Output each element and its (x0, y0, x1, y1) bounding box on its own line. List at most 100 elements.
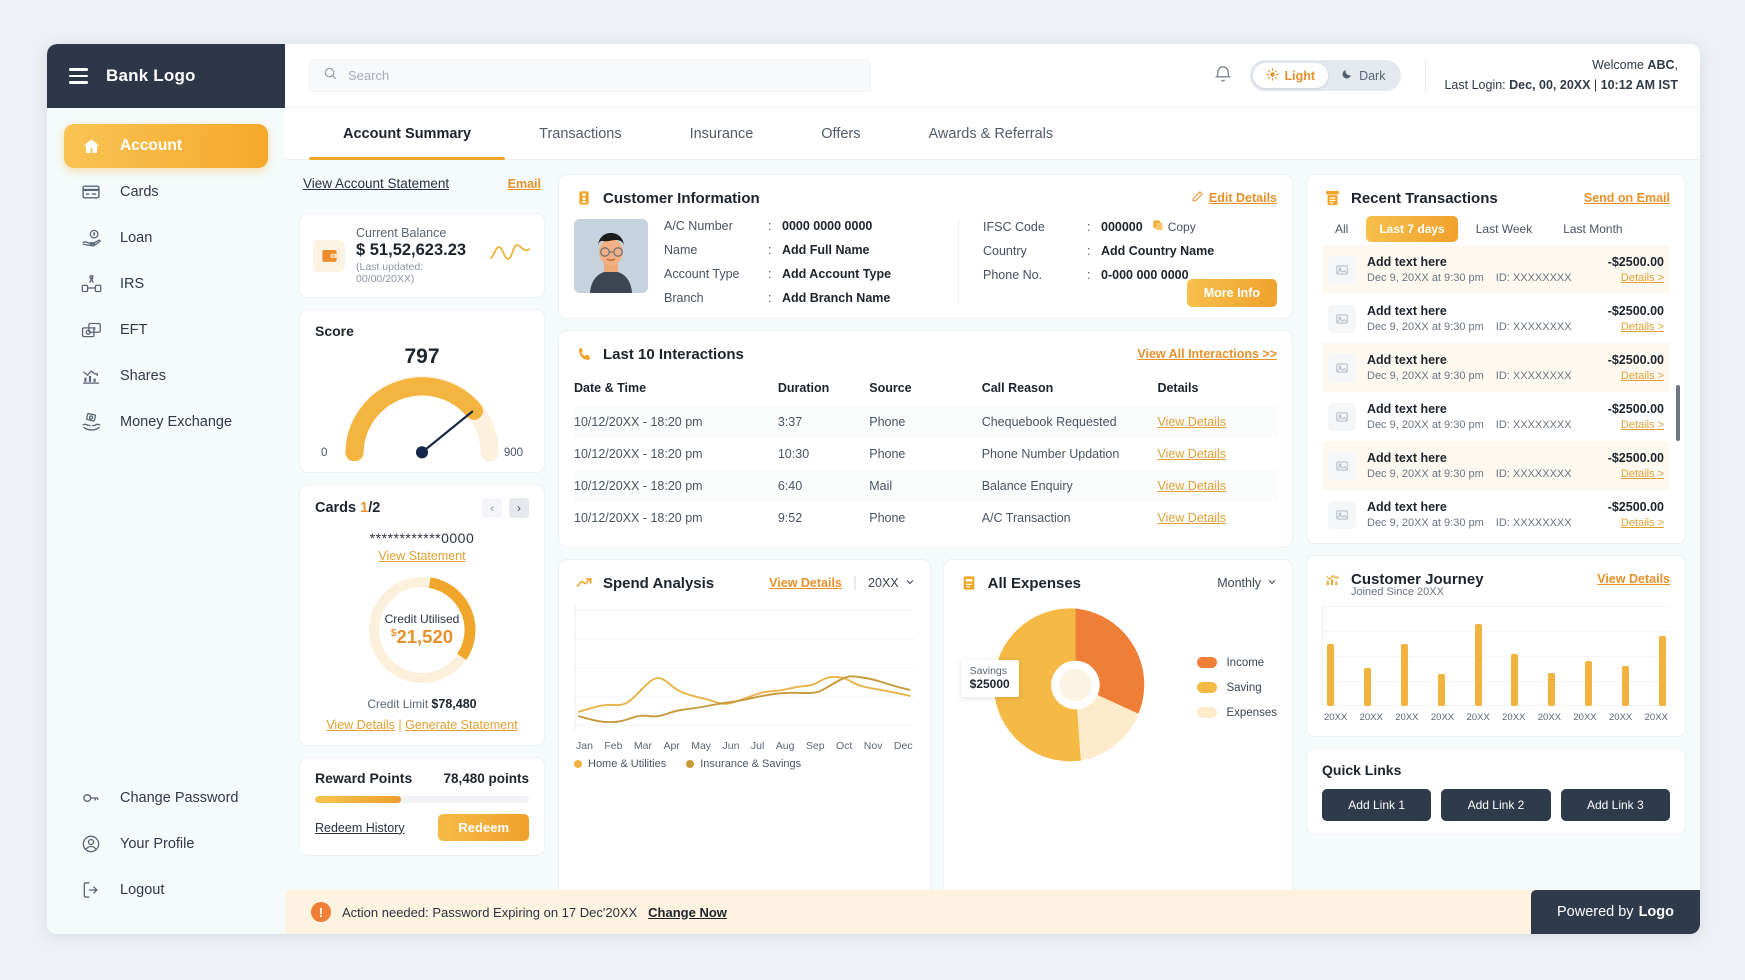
spend-analysis-chart (574, 604, 915, 730)
quick-link-3-button[interactable]: Add Link 3 (1561, 789, 1670, 821)
reward-progress-bar (315, 796, 529, 803)
theme-light-option[interactable]: Light (1253, 63, 1329, 88)
search-input[interactable] (348, 68, 857, 83)
transaction-details-link[interactable]: Details > (1608, 419, 1664, 431)
id-card-icon (574, 188, 594, 208)
balance-sparkline (489, 241, 531, 270)
transaction-row[interactable]: Add text here Dec 9, 20XX at 9:30 pmID: … (1322, 441, 1670, 490)
month-label: Oct (836, 740, 852, 752)
journey-view-details-link[interactable]: View Details (1597, 572, 1670, 586)
transaction-row[interactable]: Add text here Dec 9, 20XX at 9:30 pmID: … (1322, 490, 1670, 539)
cell-duration: 3:37 (778, 406, 869, 438)
expenses-period-dropdown[interactable]: Monthly (1217, 576, 1277, 590)
sidebar-item-your-profile[interactable]: Your Profile (64, 822, 268, 866)
view-details-link[interactable]: View Details (1157, 415, 1226, 429)
transaction-row[interactable]: Add text here Dec 9, 20XX at 9:30 pmID: … (1322, 294, 1670, 343)
view-account-statement-link[interactable]: View Account Statement (303, 176, 449, 191)
view-details-link[interactable]: View Details (1157, 511, 1226, 525)
tab-transactions[interactable]: Transactions (505, 108, 655, 159)
spend-view-details-link[interactable]: View Details (769, 576, 842, 590)
chevron-left-icon[interactable]: ‹ (482, 498, 502, 518)
tab-account-summary[interactable]: Account Summary (309, 108, 505, 159)
transaction-row[interactable]: Add text here Dec 9, 20XX at 9:30 pmID: … (1322, 343, 1670, 392)
transaction-row[interactable]: Add text here Dec 9, 20XX at 9:30 pmID: … (1322, 245, 1670, 294)
legend-label: Saving (1226, 682, 1261, 694)
axis-label: 20XX (1538, 712, 1561, 723)
transaction-details-link[interactable]: Details > (1608, 517, 1664, 529)
filter-all[interactable]: All (1322, 216, 1361, 242)
field-value: Add Country Name (1101, 244, 1214, 258)
score-gauge (315, 371, 529, 457)
card-view-statement-link[interactable]: View Statement (315, 549, 529, 563)
change-now-link[interactable]: Change Now (648, 905, 727, 920)
table-row[interactable]: 10/12/20XX - 18:20 pm 9:52 Phone A/C Tra… (574, 502, 1277, 534)
hamburger-menu-icon[interactable] (69, 68, 88, 83)
copy-ifsc-button[interactable]: Copy (1152, 219, 1196, 234)
legend-label: Insurance & Savings (700, 758, 801, 770)
score-card: Score 797 0 900 (299, 309, 545, 473)
quick-link-2-button[interactable]: Add Link 2 (1441, 789, 1550, 821)
send-on-email-link[interactable]: Send on Email (1584, 191, 1670, 205)
sidebar-item-shares[interactable]: Shares (64, 354, 268, 398)
sidebar-item-irs[interactable]: IRS (64, 262, 268, 306)
redeem-button[interactable]: Redeem (438, 814, 529, 841)
sidebar-item-money-exchange[interactable]: Money Exchange (64, 400, 268, 444)
interactions-table-head: Date & Time Duration Source Call Reason … (574, 375, 1277, 406)
view-details-link[interactable]: View Details (1157, 479, 1226, 493)
quick-link-1-button[interactable]: Add Link 1 (1322, 789, 1431, 821)
cell-datetime: 10/12/20XX - 18:20 pm (574, 406, 778, 438)
tab-offers[interactable]: Offers (787, 108, 894, 159)
edit-details-link[interactable]: Edit Details (1191, 190, 1277, 206)
transaction-filters: All Last 7 days Last Week Last Month (1322, 216, 1670, 242)
generate-statement-link[interactable]: Generate Statement (405, 718, 518, 732)
tab-insurance[interactable]: Insurance (656, 108, 788, 159)
more-info-button[interactable]: More Info (1187, 279, 1277, 307)
chevron-right-icon[interactable]: › (509, 498, 529, 518)
email-statement-link[interactable]: Email (508, 177, 541, 191)
transaction-details-link[interactable]: Details > (1608, 272, 1664, 284)
field-colon: : (1087, 244, 1101, 258)
credit-limit-line: Credit Limit $78,480 (315, 697, 529, 711)
sidebar-item-label: Loan (120, 230, 152, 246)
legend-item: Income (1197, 657, 1277, 669)
transaction-date: Dec 9, 20XX at 9:30 pm (1367, 468, 1484, 480)
transaction-details-link[interactable]: Details > (1608, 370, 1664, 382)
filter-last-month[interactable]: Last Month (1550, 216, 1635, 242)
view-details-link[interactable]: View Details (1157, 447, 1226, 461)
search-box[interactable] (309, 59, 871, 92)
sidebar-item-loan[interactable]: Loan (64, 216, 268, 260)
filter-last-week[interactable]: Last Week (1463, 216, 1545, 242)
copy-label: Copy (1168, 220, 1196, 234)
image-placeholder-icon (1328, 403, 1356, 431)
transaction-id: ID: XXXXXXXX (1496, 272, 1572, 284)
cell-source: Phone (869, 438, 981, 470)
interactions-title: Last 10 Interactions (574, 344, 744, 364)
sidebar-item-change-password[interactable]: Change Password (64, 776, 268, 820)
transaction-info: Add text here Dec 9, 20XX at 9:30 pmID: … (1367, 353, 1597, 382)
sidebar-item-eft[interactable]: EFT (64, 308, 268, 352)
table-row[interactable]: 10/12/20XX - 18:20 pm 6:40 Mail Balance … (574, 470, 1277, 502)
sidebar-item-label: Change Password (120, 790, 239, 806)
filter-last-7-days[interactable]: Last 7 days (1366, 216, 1457, 242)
sidebar-item-cards[interactable]: Cards (64, 170, 268, 214)
transaction-details-link[interactable]: Details > (1608, 321, 1664, 333)
transactions-scrollbar[interactable] (1676, 385, 1680, 441)
quick-links-panel: Quick Links Add Link 1 Add Link 2 Add Li… (1306, 748, 1686, 835)
redeem-history-link[interactable]: Redeem History (315, 821, 405, 835)
theme-toggle[interactable]: Light Dark (1250, 60, 1402, 91)
theme-dark-option[interactable]: Dark (1328, 63, 1398, 88)
table-row[interactable]: 10/12/20XX - 18:20 pm 10:30 Phone Phone … (574, 438, 1277, 470)
spend-year-dropdown[interactable]: 20XX (868, 576, 915, 590)
sidebar-item-account[interactable]: Account (64, 124, 268, 168)
transaction-row[interactable]: Add text here Dec 9, 20XX at 9:30 pmID: … (1322, 392, 1670, 441)
view-all-interactions-link[interactable]: View All Interactions >> (1137, 347, 1277, 361)
bell-icon[interactable] (1212, 64, 1236, 88)
bar (1585, 661, 1592, 706)
sidebar-item-logout[interactable]: Logout (64, 868, 268, 912)
card-view-details-link[interactable]: View Details (326, 718, 395, 732)
table-row[interactable]: 10/12/20XX - 18:20 pm 3:37 Phone Chequeb… (574, 406, 1277, 438)
transaction-amount-block: -$2500.00 Details > (1608, 304, 1664, 333)
transaction-details-link[interactable]: Details > (1608, 468, 1664, 480)
month-label: Apr (663, 740, 679, 752)
tab-awards-referrals[interactable]: Awards & Referrals (895, 108, 1088, 159)
